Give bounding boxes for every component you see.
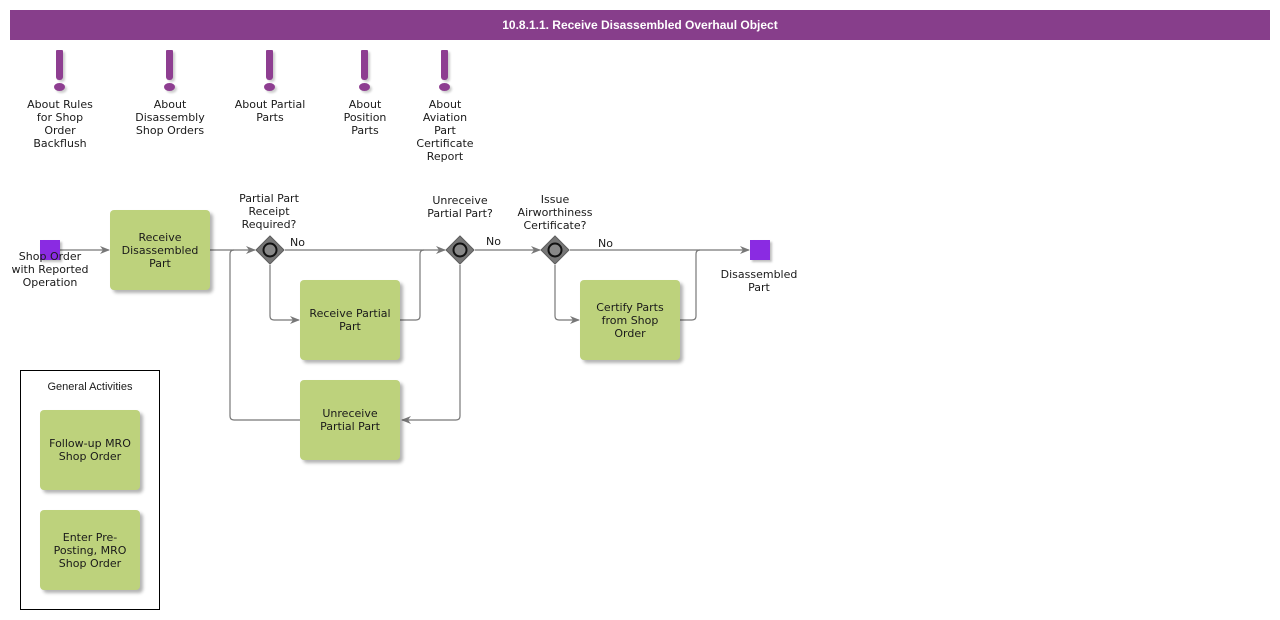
- task-follow-up-mro-shop-order[interactable]: Follow-up MRO Shop Order: [40, 410, 140, 490]
- gateway-unreceive-no-label: No: [486, 235, 501, 248]
- task-unreceive-partial-part[interactable]: Unreceive Partial Part: [300, 380, 400, 460]
- general-activities-title: General Activities: [47, 381, 133, 393]
- gateway-unreceive[interactable]: [445, 235, 475, 265]
- gateway-partial-receipt-question: Partial Part Receipt Required?: [239, 192, 299, 231]
- end-event[interactable]: [750, 240, 770, 260]
- start-event-label: Shop Order with Reported Operation: [11, 250, 89, 289]
- flow-gateway1-yes: [269, 265, 300, 324]
- gateway-airworthiness-question: Issue Airworthiness Certificate?: [517, 193, 593, 232]
- end-event-label: Disassembled Part: [720, 268, 798, 294]
- task-receive-disassembled-part[interactable]: Receive Disassembled Part: [110, 210, 210, 290]
- task-enter-pre-posting[interactable]: Enter Pre-Posting, MRO Shop Order: [40, 510, 140, 590]
- flow-certify-out: [680, 249, 701, 321]
- task-certify-parts[interactable]: Certify Parts from Shop Order: [580, 280, 680, 360]
- flow-gateway3-yes: [554, 265, 580, 324]
- gateway-airworthiness[interactable]: [540, 235, 570, 265]
- gateway-airworthiness-no-label: No: [598, 237, 613, 250]
- flow-gateway2-yes: [401, 265, 461, 424]
- gateway-partial-receipt[interactable]: [255, 235, 285, 265]
- flow-receive-partial-out: [400, 249, 425, 321]
- task-receive-partial-part[interactable]: Receive Partial Part: [300, 280, 400, 360]
- gateway-partial-receipt-no-label: No: [290, 236, 305, 249]
- gateway-unreceive-question: Unreceive Partial Part?: [427, 194, 493, 220]
- flow-unreceive-loop: [229, 249, 300, 421]
